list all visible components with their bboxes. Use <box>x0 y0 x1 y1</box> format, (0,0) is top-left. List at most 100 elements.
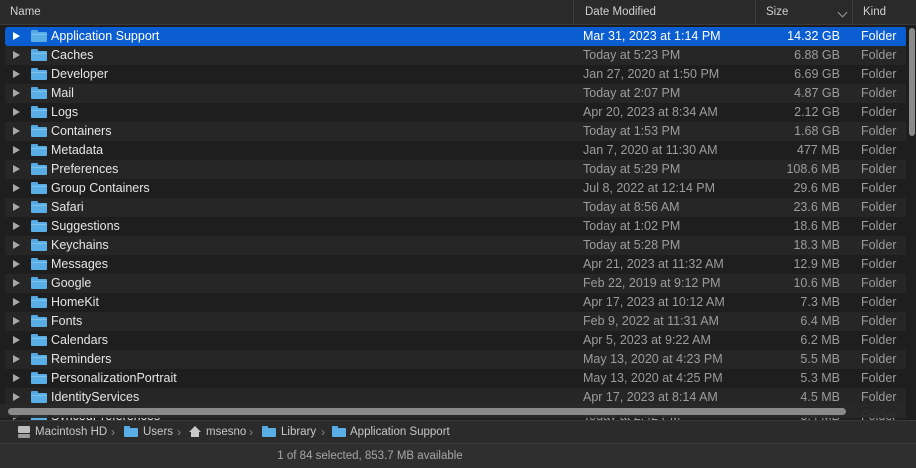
table-row[interactable]: Messages Apr 21, 2023 at 11:32 AM 12.9 MB F… <box>5 255 906 274</box>
disclosure-triangle-icon[interactable] <box>13 393 20 401</box>
table-row[interactable]: Fonts Feb 9, 2022 at 11:31 AM 6.4 MB Folder <box>5 312 906 331</box>
path-item-msesno[interactable]: msesno <box>206 421 246 443</box>
path-separator-icon: › <box>177 425 181 439</box>
folder-icon <box>31 296 47 308</box>
row-date-modified: May 13, 2020 at 4:25 PM <box>583 371 723 385</box>
disclosure-triangle-icon[interactable] <box>13 51 20 59</box>
disclosure-triangle-icon[interactable] <box>13 32 20 40</box>
row-kind: Folder <box>861 295 897 309</box>
column-header-date-modified[interactable]: Date Modified <box>573 0 755 25</box>
column-header-name[interactable]: Name <box>0 0 572 25</box>
row-kind: Folder <box>861 276 897 290</box>
column-header-size-label: Size <box>766 6 789 18</box>
row-name: Keychains <box>51 238 109 252</box>
table-row[interactable]: Keychains Today at 5:28 PM 18.3 MB Folder <box>5 236 906 255</box>
row-date-modified: Jan 27, 2020 at 1:50 PM <box>583 67 720 81</box>
row-size: 1.68 GB <box>794 124 840 138</box>
table-row[interactable]: Group Containers Jul 8, 2022 at 12:14 PM 2… <box>5 179 906 198</box>
table-row[interactable]: Mail Today at 2:07 PM 4.87 GB Folder <box>5 84 906 103</box>
row-name: Messages <box>51 257 108 271</box>
disclosure-triangle-icon[interactable] <box>13 279 20 287</box>
disclosure-triangle-icon[interactable] <box>13 70 20 78</box>
disclosure-triangle-icon[interactable] <box>13 127 20 135</box>
table-row[interactable]: Developer Jan 27, 2020 at 1:50 PM 6.69 GB F… <box>5 65 906 84</box>
folder-icon <box>31 353 47 365</box>
disclosure-triangle-icon[interactable] <box>13 317 20 325</box>
row-date-modified: Apr 5, 2023 at 9:22 AM <box>583 333 711 347</box>
folder-icon <box>31 372 47 384</box>
disclosure-triangle-icon[interactable] <box>13 222 20 230</box>
folder-icon <box>332 426 346 437</box>
row-kind: Folder <box>861 200 897 214</box>
table-row[interactable]: Logs Apr 20, 2023 at 8:34 AM 2.12 GB Folder <box>5 103 906 122</box>
row-kind: Folder <box>861 181 897 195</box>
row-name: Caches <box>51 48 94 62</box>
disclosure-triangle-icon[interactable] <box>13 336 20 344</box>
table-row[interactable]: HomeKit Apr 17, 2023 at 10:12 AM 7.3 MB Fol… <box>5 293 906 312</box>
disclosure-triangle-icon[interactable] <box>13 355 20 363</box>
table-row[interactable]: PersonalizationPortrait May 13, 2020 at 4… <box>5 369 906 388</box>
row-name: Logs <box>51 105 79 119</box>
disclosure-triangle-icon[interactable] <box>13 89 20 97</box>
folder-icon <box>31 201 47 213</box>
table-row[interactable]: Google Feb 22, 2019 at 9:12 PM 10.6 MB Fold… <box>5 274 906 293</box>
row-date-modified: Today at 5:23 PM <box>583 48 681 62</box>
row-kind: Folder <box>861 257 897 271</box>
table-row[interactable]: Caches Today at 5:23 PM 6.88 GB Folder <box>5 46 906 65</box>
row-kind: Folder <box>861 29 897 43</box>
row-date-modified: Apr 17, 2023 at 10:12 AM <box>583 295 725 309</box>
row-size: 2.12 GB <box>794 105 840 119</box>
row-size: 23.6 MB <box>793 200 840 214</box>
row-date-modified: Today at 8:56 AM <box>583 200 680 214</box>
disclosure-triangle-icon[interactable] <box>13 298 20 306</box>
vertical-scrollbar-thumb[interactable] <box>909 28 915 136</box>
folder-icon <box>31 315 47 327</box>
row-name: Containers <box>51 124 112 138</box>
path-separator-icon: › <box>111 425 115 439</box>
table-row[interactable]: Reminders May 13, 2020 at 4:23 PM 5.5 MB Fo… <box>5 350 906 369</box>
path-separator-icon: › <box>321 425 325 439</box>
disclosure-triangle-icon[interactable] <box>13 241 20 249</box>
table-row[interactable]: Safari Today at 8:56 AM 23.6 MB Folder <box>5 198 906 217</box>
row-kind: Folder <box>861 314 897 328</box>
path-item-application-support[interactable]: Application Support <box>350 421 450 443</box>
row-kind: Folder <box>861 371 897 385</box>
disclosure-triangle-icon[interactable] <box>13 260 20 268</box>
horizontal-scrollbar[interactable] <box>0 404 906 418</box>
row-size: 7.3 MB <box>800 295 840 309</box>
row-name: Application Support <box>51 29 160 43</box>
folder-icon <box>31 391 47 403</box>
disclosure-triangle-icon[interactable] <box>13 146 20 154</box>
table-row[interactable]: Application Support Mar 31, 2023 at 1:14 … <box>5 27 906 46</box>
disclosure-triangle-icon[interactable] <box>13 184 20 192</box>
row-size: 4.87 GB <box>794 86 840 100</box>
horizontal-scrollbar-thumb[interactable] <box>8 408 846 415</box>
table-row[interactable]: Preferences Today at 5:29 PM 108.6 MB Folde… <box>5 160 906 179</box>
folder-icon <box>31 49 47 61</box>
table-row[interactable]: Metadata Jan 7, 2020 at 11:30 AM 477 MB Fol… <box>5 141 906 160</box>
disclosure-triangle-icon[interactable] <box>13 108 20 116</box>
column-header-kind[interactable]: Kind <box>852 0 916 25</box>
row-name: Google <box>51 276 92 290</box>
disclosure-triangle-icon[interactable] <box>13 374 20 382</box>
table-row[interactable]: Containers Today at 1:53 PM 1.68 GB Folder <box>5 122 906 141</box>
hard-drive-icon <box>18 426 30 438</box>
row-name: HomeKit <box>51 295 99 309</box>
row-size: 6.2 MB <box>800 333 840 347</box>
vertical-scrollbar[interactable] <box>908 26 916 420</box>
disclosure-triangle-icon[interactable] <box>13 203 20 211</box>
path-item-macintosh-hd[interactable]: Macintosh HD <box>35 421 107 443</box>
disclosure-triangle-icon[interactable] <box>13 165 20 173</box>
row-date-modified: May 13, 2020 at 4:23 PM <box>583 352 723 366</box>
table-row[interactable]: Calendars Apr 5, 2023 at 9:22 AM 6.2 MB Fol… <box>5 331 906 350</box>
column-header-size[interactable]: Size <box>755 0 852 25</box>
row-date-modified: Today at 1:53 PM <box>583 124 681 138</box>
row-kind: Folder <box>861 48 897 62</box>
path-item-library[interactable]: Library <box>281 421 316 443</box>
path-separator-icon: › <box>249 425 253 439</box>
row-name: Calendars <box>51 333 108 347</box>
path-item-users[interactable]: Users <box>143 421 173 443</box>
row-date-modified: Feb 9, 2022 at 11:31 AM <box>583 314 719 328</box>
table-row[interactable]: Suggestions Today at 1:02 PM 18.6 MB Folder <box>5 217 906 236</box>
column-header-bar: Name Date Modified Size Kind <box>0 0 916 25</box>
